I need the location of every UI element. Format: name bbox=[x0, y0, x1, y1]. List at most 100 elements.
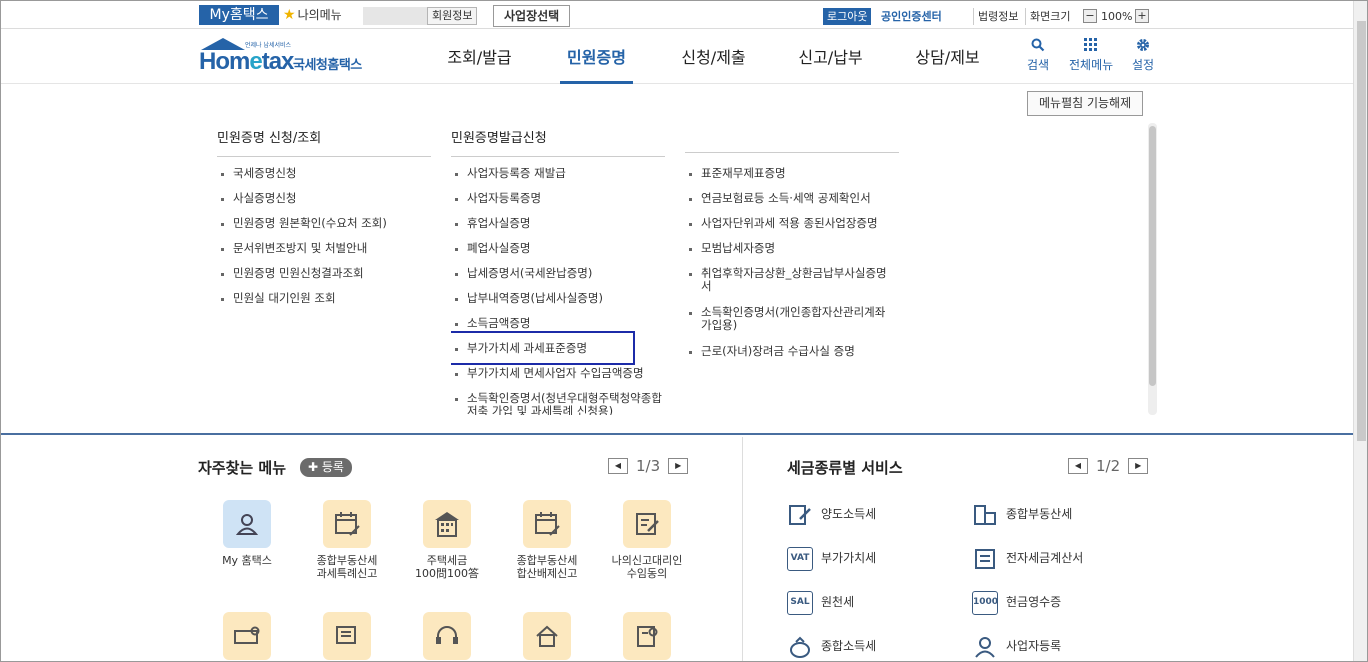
all-menu-button[interactable]: 전체메뉴 bbox=[1069, 38, 1113, 73]
headset-icon bbox=[423, 612, 471, 660]
nav-certificate[interactable]: 민원증명 bbox=[538, 30, 655, 84]
grid-icon bbox=[1069, 38, 1113, 56]
star-icon: ★ bbox=[283, 7, 296, 23]
favorite-item[interactable]: My 홈택스 bbox=[197, 500, 297, 567]
logo-wordmark: Hometax bbox=[199, 48, 294, 75]
favorite-item[interactable]: 종합부동산세 합산배제신고 bbox=[497, 500, 597, 580]
tax-services-pager: ◀ 1/2 ▶ bbox=[1068, 457, 1149, 475]
tax-service-label: 현금영수증 bbox=[1006, 595, 1062, 609]
menu-scrollbar[interactable] bbox=[1148, 123, 1157, 415]
tax-service-item[interactable]: 전자세금계산서 bbox=[972, 543, 1083, 573]
menu-item[interactable]: 폐업사실증명 bbox=[451, 242, 665, 267]
calendar-icon bbox=[323, 500, 371, 548]
menu-item[interactable]: 휴업사실증명 bbox=[451, 217, 665, 242]
browser-viewport: My홈택스 ★ 나의메뉴 회원정보 사업장선택 로그아웃 공인인증센터 법령정보 … bbox=[0, 0, 1368, 662]
menu-item[interactable]: 사업자등록증 재발급 bbox=[451, 167, 665, 192]
search-icon bbox=[1027, 38, 1049, 56]
menu-item[interactable]: 문서위변조방지 및 처벌안내 bbox=[217, 242, 387, 267]
menu-column-title: 민원증명 신청/조회 bbox=[217, 127, 431, 157]
page-scrollbar-thumb[interactable] bbox=[1357, 21, 1366, 441]
law-info-link[interactable]: 법령정보 bbox=[973, 8, 1018, 25]
quick-services: 자주찾는 메뉴 ✚ 등록 ◀ 1/3 ▶ My 홈택스 종합부동산세 과세특례신… bbox=[1, 437, 1353, 661]
next-page-button[interactable]: ▶ bbox=[1128, 458, 1149, 474]
my-menu-link[interactable]: ★ 나의메뉴 bbox=[283, 5, 342, 25]
zoom-out-button[interactable]: − bbox=[1083, 9, 1097, 23]
favorite-label: 종합부동산세 과세특례신고 bbox=[316, 554, 378, 580]
menu-list: 사업자등록증 재발급 사업자등록증명 휴업사실증명 폐업사실증명 납세증명서(국… bbox=[451, 167, 665, 415]
menu-item[interactable]: 소득확인증명서(개인종합자산관리계좌 가입용) bbox=[685, 306, 895, 345]
favorite-label: My 홈택스 bbox=[222, 554, 272, 567]
tax-service-label: 전자세금계산서 bbox=[1006, 551, 1084, 565]
menu-item[interactable]: 소득확인증명서(청년우대형주택청약종합저축 가입 및 과세특례 신청용) bbox=[451, 392, 665, 415]
nav-report-pay[interactable]: 신고/납부 bbox=[772, 30, 889, 84]
favorites-pager: ◀ 1/3 ▶ bbox=[608, 457, 689, 475]
nav-consult[interactable]: 상담/제보 bbox=[889, 30, 1006, 84]
menu-item[interactable]: 표준재무제표증명 bbox=[685, 167, 895, 192]
menu-item[interactable]: 민원실 대기인원 조회 bbox=[217, 292, 387, 317]
zoom-in-button[interactable]: + bbox=[1135, 9, 1149, 23]
menu-item[interactable]: 사업자등록증명 bbox=[451, 192, 665, 217]
document-edit-icon bbox=[623, 500, 671, 548]
site-header: 언제나 납세서비스 Hometax 국세청홈택스 조회/발급 민원증명 신청/제… bbox=[1, 30, 1353, 84]
menu-item[interactable]: 취업후학자금상환_상환금납부사실증명서 bbox=[685, 267, 895, 306]
nav-inquiry[interactable]: 조회/발급 bbox=[421, 30, 538, 84]
tax-service-item[interactable]: 종합부동산세 bbox=[972, 499, 1072, 529]
tax-service-item[interactable]: 1000 현금영수증 bbox=[972, 587, 1061, 617]
favorite-item[interactable] bbox=[597, 612, 697, 660]
menu-item[interactable]: 납세증명서(국세완납증명) bbox=[451, 267, 665, 292]
nav-apply[interactable]: 신청/제출 bbox=[655, 30, 772, 84]
menu-column-title: 민원증명발급신청 bbox=[451, 127, 665, 157]
tax-service-item[interactable]: SAL 원천세 bbox=[787, 587, 854, 617]
menu-item[interactable]: 납부내역증명(납세사실증명) bbox=[451, 292, 665, 317]
zoom-level: 100% bbox=[1101, 10, 1133, 23]
building-icon bbox=[423, 500, 471, 548]
hometax-logo[interactable]: 언제나 납세서비스 Hometax 국세청홈택스 bbox=[197, 38, 387, 78]
search-button[interactable]: 검색 bbox=[1027, 38, 1049, 73]
register-favorite-button[interactable]: ✚ 등록 bbox=[300, 458, 352, 477]
menu-item[interactable]: 모범납세자증명 bbox=[685, 242, 895, 267]
menu-list: 국세증명신청 사실증명신청 민원증명 원본확인(수요처 조회) 문서위변조방지 … bbox=[217, 167, 387, 317]
favorite-item[interactable] bbox=[397, 612, 497, 660]
business-select-button[interactable]: 사업장선택 bbox=[493, 5, 571, 27]
favorite-label: 나의신고대리인 수임동의 bbox=[611, 554, 683, 580]
menu-item[interactable]: 부가가치세 면세사업자 수입금액증명 bbox=[451, 367, 665, 392]
menu-item[interactable]: 연금보험료등 소득·세액 공제확인서 bbox=[685, 192, 895, 217]
favorite-item[interactable] bbox=[197, 612, 297, 660]
screen-size-label: 화면크기 bbox=[1025, 8, 1070, 25]
menu-item[interactable]: 민원증명 민원신청결과조회 bbox=[217, 267, 387, 292]
logout-button[interactable]: 로그아웃 bbox=[823, 8, 872, 25]
prev-page-button[interactable]: ◀ bbox=[608, 458, 628, 474]
favorite-item[interactable]: 종합부동산세 과세특례신고 bbox=[297, 500, 397, 580]
cert-center-link[interactable]: 공인인증센터 bbox=[881, 8, 942, 25]
menu-scrollbar-thumb[interactable] bbox=[1149, 126, 1156, 386]
tax-service-item[interactable]: 종합소득세 bbox=[787, 631, 876, 661]
favorites-title: 자주찾는 메뉴 bbox=[198, 459, 287, 477]
tax-service-label: 양도소득세 bbox=[821, 507, 877, 521]
menu-item[interactable]: 민원증명 원본확인(수요처 조회) bbox=[217, 217, 387, 242]
menu-item[interactable]: 사실증명신청 bbox=[217, 192, 387, 217]
favorite-item[interactable]: 나의신고대리인 수임동의 bbox=[597, 500, 697, 580]
settings-button[interactable]: 설정 bbox=[1132, 38, 1154, 73]
menu-unfold-toggle-button[interactable]: 메뉴펼침 기능해제 bbox=[1027, 91, 1144, 116]
menu-item[interactable]: 국세증명신청 bbox=[217, 167, 387, 192]
tax-service-item[interactable]: 사업자등록 bbox=[972, 631, 1061, 661]
favorite-item[interactable] bbox=[497, 612, 597, 660]
menu-item[interactable]: 근로(자녀)장려금 수급사실 증명 bbox=[685, 345, 895, 370]
favorite-item[interactable]: 주택세금 100問100答 bbox=[397, 500, 497, 580]
salary-icon: SAL bbox=[787, 590, 813, 615]
favorite-item[interactable] bbox=[297, 612, 397, 660]
page-indicator: 1/3 bbox=[636, 457, 661, 475]
prev-page-button[interactable]: ◀ bbox=[1068, 458, 1088, 474]
page-scrollbar[interactable] bbox=[1353, 1, 1367, 661]
mega-menu-panel: 메뉴펼침 기능해제 민원증명 신청/조회 국세증명신청 사실증명신청 민원증명 … bbox=[1, 85, 1353, 435]
menu-item[interactable]: 사업자단위과세 적용 종된사업장증명 bbox=[685, 217, 895, 242]
tax-services-title: 세금종류별 서비스 bbox=[787, 459, 903, 477]
page-indicator: 1/2 bbox=[1096, 457, 1121, 475]
next-page-button[interactable]: ▶ bbox=[668, 458, 689, 474]
tax-service-item[interactable]: VAT 부가가치세 bbox=[787, 543, 876, 573]
member-info-button[interactable]: 회원정보 bbox=[427, 7, 478, 25]
certificate-icon bbox=[623, 612, 671, 660]
tax-service-item[interactable]: 양도소득세 bbox=[787, 499, 876, 529]
my-hometax-button[interactable]: My홈택스 bbox=[199, 5, 279, 25]
tax-service-label: 부가가치세 bbox=[821, 551, 877, 565]
